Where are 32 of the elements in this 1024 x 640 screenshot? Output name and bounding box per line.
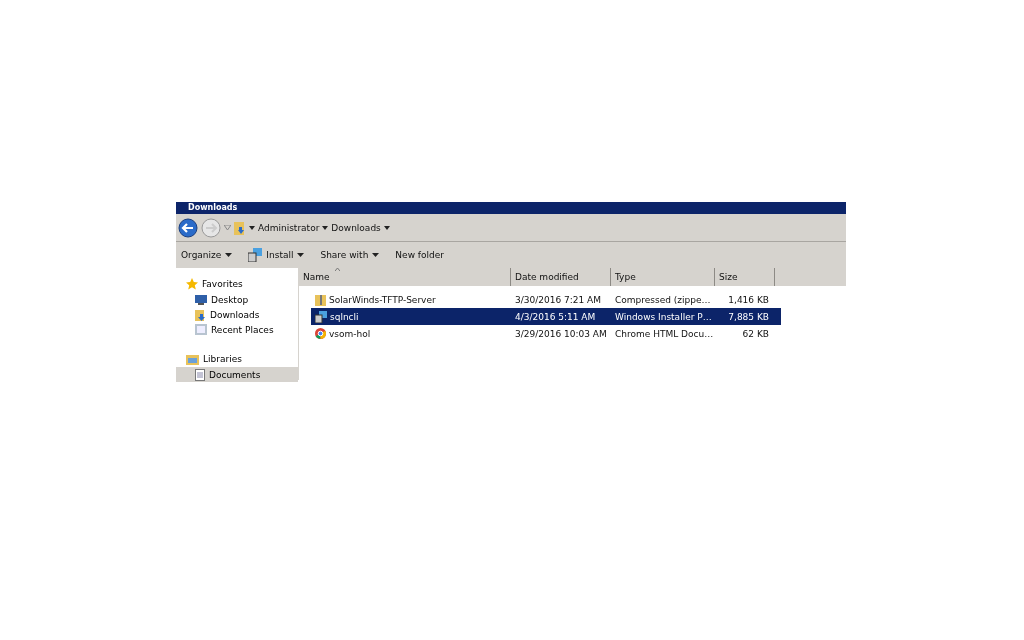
file-name: SolarWinds-TFTP-Server (329, 294, 436, 305)
date-cell-text: 3/30/2016 7:21 AM (514, 294, 602, 305)
nav-item[interactable]: Documents (176, 367, 298, 382)
nav-item[interactable]: Recent Places (176, 322, 298, 337)
type-cell-text: Compressed (zippe… (614, 294, 712, 305)
window-title: Downloads (176, 202, 846, 214)
breadcrumb[interactable]: Administrator (258, 222, 320, 233)
toolbar-button[interactable]: Install (248, 248, 305, 262)
nav-group[interactable]: Libraries (203, 354, 242, 364)
date-cell-text: 4/3/2016 5:11 AM (514, 311, 597, 322)
file-row[interactable]: sqlncli 4/3/2016 5:11 AM Windows Installer P… 7,885 KB (311, 308, 781, 325)
toolbar-button[interactable]: Share with (320, 250, 380, 260)
type-cell-text: Windows Installer P… (614, 311, 713, 322)
column-header[interactable]: Type (611, 268, 715, 286)
toolbar-button[interactable]: Organize (181, 250, 233, 260)
column-header[interactable]: Date modified (511, 268, 611, 286)
breadcrumb[interactable]: Downloads (331, 222, 381, 233)
column-header[interactable]: Name (299, 268, 511, 286)
file-name: vsom-hol (329, 328, 371, 339)
date-cell-text: 3/29/2016 10:03 AM (514, 328, 608, 339)
toolbar-button[interactable]: New folder (395, 250, 444, 260)
nav-item[interactable]: Downloads (176, 307, 298, 322)
size-cell-text: 1,416 KB (727, 294, 770, 305)
size-cell-text: 62 KB (741, 328, 770, 339)
column-header[interactable]: Size (715, 268, 775, 286)
nav-group[interactable]: Favorites (202, 279, 243, 289)
file-row[interactable]: SolarWinds-TFTP-Server 3/30/2016 7:21 AM Compressed (zippe… 1,416 KB (311, 291, 781, 308)
type-cell-text: Chrome HTML Docu… (614, 328, 715, 339)
file-name: sqlncli (330, 311, 359, 322)
nav-item[interactable]: Desktop (176, 292, 298, 307)
file-row[interactable]: vsom-hol 3/29/2016 10:03 AM Chrome HTML Docu… 62 KB (311, 325, 781, 342)
size-cell-text: 7,885 KB (727, 311, 770, 322)
